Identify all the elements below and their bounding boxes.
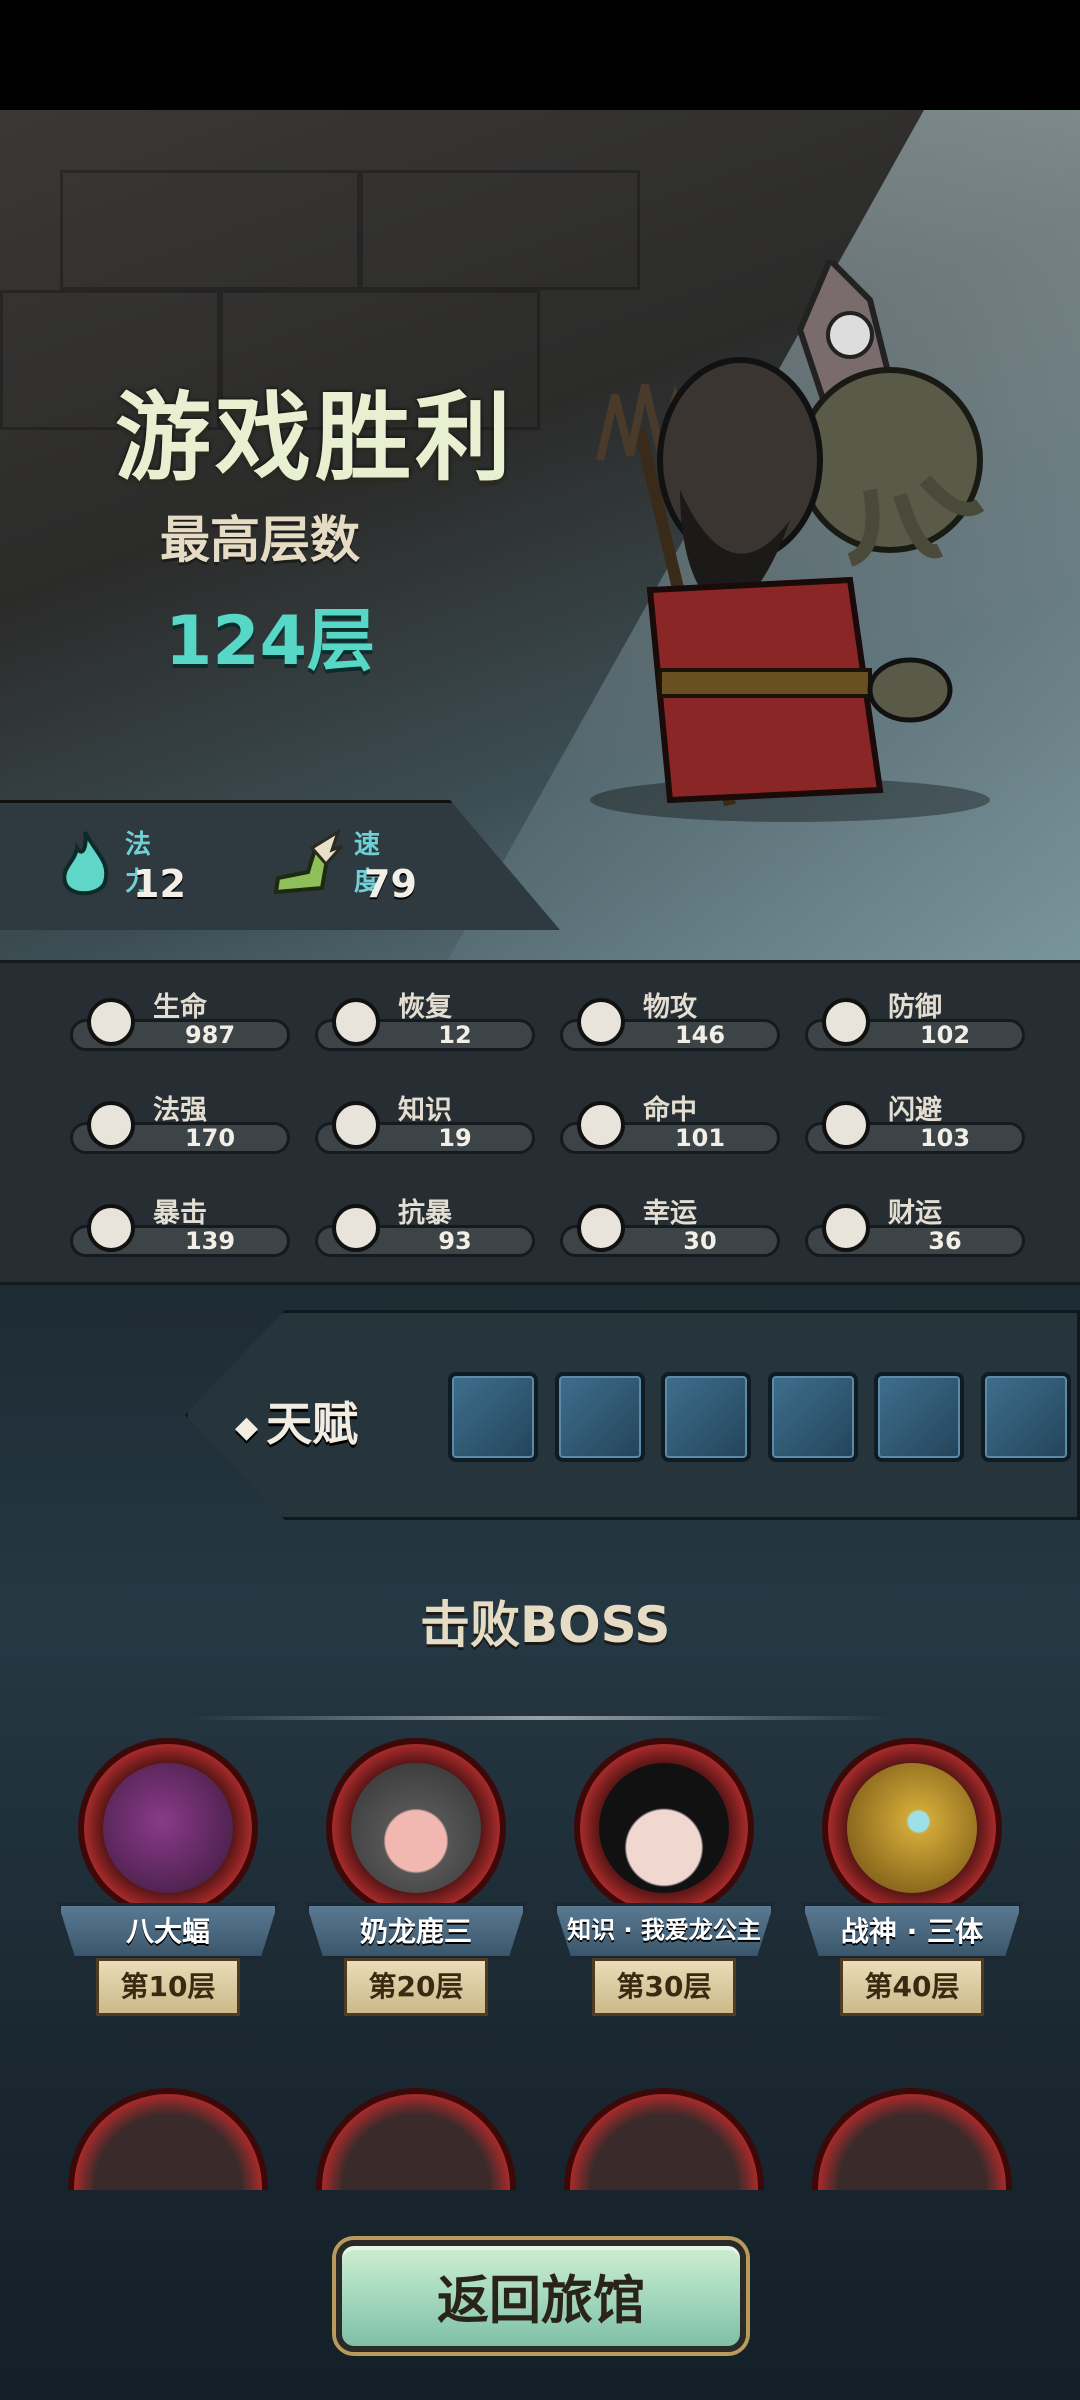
- boss-floor: 第10层: [120, 1970, 216, 2003]
- talent-heading: ◆ 天赋: [235, 1388, 358, 1454]
- magic-staff-icon: [87, 1101, 135, 1149]
- boss-portrait-frame: [316, 2088, 516, 2190]
- divider: [190, 1716, 890, 1720]
- boss-card-2[interactable]: 奶龙鹿三 第20层: [306, 1738, 526, 2078]
- stat-armor: 防御 102: [805, 985, 1025, 1055]
- stat-label: 财运: [888, 1198, 942, 1229]
- boss-card-8[interactable]: [812, 2088, 1012, 2190]
- boss-card-4[interactable]: 战神 · 三体 第40层: [802, 1738, 1022, 2078]
- talent-slot-portal-ring-icon[interactable]: [448, 1372, 538, 1462]
- boss-portrait: [351, 1763, 481, 1893]
- stat-value: 30: [683, 1227, 717, 1255]
- stat-value: 93: [438, 1227, 472, 1255]
- stat-value: 987: [184, 1021, 236, 1049]
- heal-heart-icon: [332, 998, 380, 1046]
- stat-clover: 幸运 30: [560, 1191, 780, 1261]
- stat-value: 101: [674, 1124, 726, 1152]
- boss-card-3[interactable]: 知识 · 我爱龙公主 第30层: [554, 1738, 774, 2078]
- boss-card-1[interactable]: 八大蝠 第10层: [58, 1738, 278, 2078]
- stat-target: 命中 101: [560, 1088, 780, 1158]
- boss-portrait: [103, 1763, 233, 1893]
- boss-floor: 第30层: [616, 1970, 712, 2003]
- target-icon: [577, 1101, 625, 1149]
- talent-slot-skull-creature-icon[interactable]: [981, 1372, 1071, 1462]
- stat-heal-heart: 恢复 12: [315, 985, 535, 1055]
- boss-portrait: [599, 1763, 729, 1893]
- stat-value: 139: [184, 1227, 236, 1255]
- talent-slot-crossed-pistols-icon[interactable]: [874, 1372, 964, 1462]
- boss-portrait-frame: [68, 2088, 268, 2190]
- stat-label: 抗暴: [398, 1198, 452, 1229]
- stat-label: 幸运: [643, 1198, 697, 1229]
- coin-icon: [822, 1204, 870, 1252]
- highest-floor-value: 124层: [165, 602, 375, 681]
- boss-name: 奶龙鹿三: [359, 1915, 473, 1948]
- talent-slot-bow-icon[interactable]: [555, 1372, 645, 1462]
- stat-value: 19: [438, 1124, 472, 1152]
- heart-icon: [87, 998, 135, 1046]
- boss-floor: 第20层: [368, 1970, 464, 2003]
- clover-icon: [577, 1204, 625, 1252]
- speed-stat: 速度 79: [268, 828, 417, 906]
- defeated-boss-title: 击败BOSS: [420, 1596, 671, 1654]
- stat-magic-staff: 法强 170: [70, 1088, 290, 1158]
- stat-label: 法强: [153, 1095, 207, 1126]
- stat-value: 102: [919, 1021, 971, 1049]
- stat-label: 恢复: [398, 992, 452, 1023]
- stat-label: 闪避: [888, 1095, 942, 1126]
- speed-value: 79: [364, 862, 417, 906]
- stat-heart: 生命 987: [70, 985, 290, 1055]
- dodge-arrows-icon: [822, 1101, 870, 1149]
- stat-label: 命中: [643, 1095, 697, 1126]
- stat-sword: 物攻 146: [560, 985, 780, 1055]
- diamond-icon: ◆: [235, 1410, 259, 1445]
- victory-title: 游戏胜利: [115, 382, 515, 494]
- stat-dodge-arrows: 闪避 103: [805, 1088, 1025, 1158]
- stat-coin: 财运 36: [805, 1191, 1025, 1261]
- sword-icon: [577, 998, 625, 1046]
- stat-value: 12: [438, 1021, 472, 1049]
- stat-label: 防御: [888, 992, 942, 1023]
- boss-card-5[interactable]: [68, 2088, 268, 2190]
- crit-dagger-icon: [87, 1204, 135, 1252]
- highest-floor-label: 最高层数: [160, 511, 360, 569]
- winged-boot-icon: [273, 828, 344, 895]
- boss-portrait-frame: [564, 2088, 764, 2190]
- stat-label: 暴击: [153, 1198, 207, 1229]
- boss-name: 八大蝠: [125, 1915, 211, 1948]
- hero-character-illustration: [590, 260, 990, 822]
- mana-stat: 法力 12: [55, 828, 186, 906]
- mana-flame-icon: [62, 831, 109, 896]
- boss-portrait-frame: [812, 2088, 1012, 2190]
- stat-value: 170: [184, 1124, 236, 1152]
- return-to-inn-label: 返回旅馆: [436, 2271, 646, 2332]
- stat-label: 知识: [398, 1095, 452, 1126]
- talent-slot-mask-icon[interactable]: [768, 1372, 858, 1462]
- stat-value: 146: [674, 1021, 726, 1049]
- stat-label: 物攻: [643, 992, 697, 1023]
- mana-value: 12: [133, 862, 186, 906]
- talent-label: 天赋: [266, 1397, 359, 1451]
- stat-label: 生命: [153, 992, 207, 1023]
- boss-portrait: [847, 1763, 977, 1893]
- shield-wings-icon: [332, 1204, 380, 1252]
- boss-name: 战神 · 三体: [840, 1915, 984, 1948]
- status-bar: [0, 0, 1080, 110]
- stat-shield-wings: 抗暴 93: [315, 1191, 535, 1261]
- stat-value: 103: [919, 1124, 971, 1152]
- boss-card-6[interactable]: [316, 2088, 516, 2190]
- boss-name: 知识 · 我爱龙公主: [567, 1916, 761, 1944]
- book-icon: [332, 1101, 380, 1149]
- armor-icon: [822, 998, 870, 1046]
- stat-value: 36: [928, 1227, 962, 1255]
- stat-crit-dagger: 暴击 139: [70, 1191, 290, 1261]
- talent-slot-pig-icon[interactable]: [661, 1372, 751, 1462]
- return-to-inn-button[interactable]: 返回旅馆: [336, 2240, 746, 2352]
- boss-floor: 第40层: [864, 1970, 960, 2003]
- stat-book: 知识 19: [315, 1088, 535, 1158]
- boss-card-7[interactable]: [564, 2088, 764, 2190]
